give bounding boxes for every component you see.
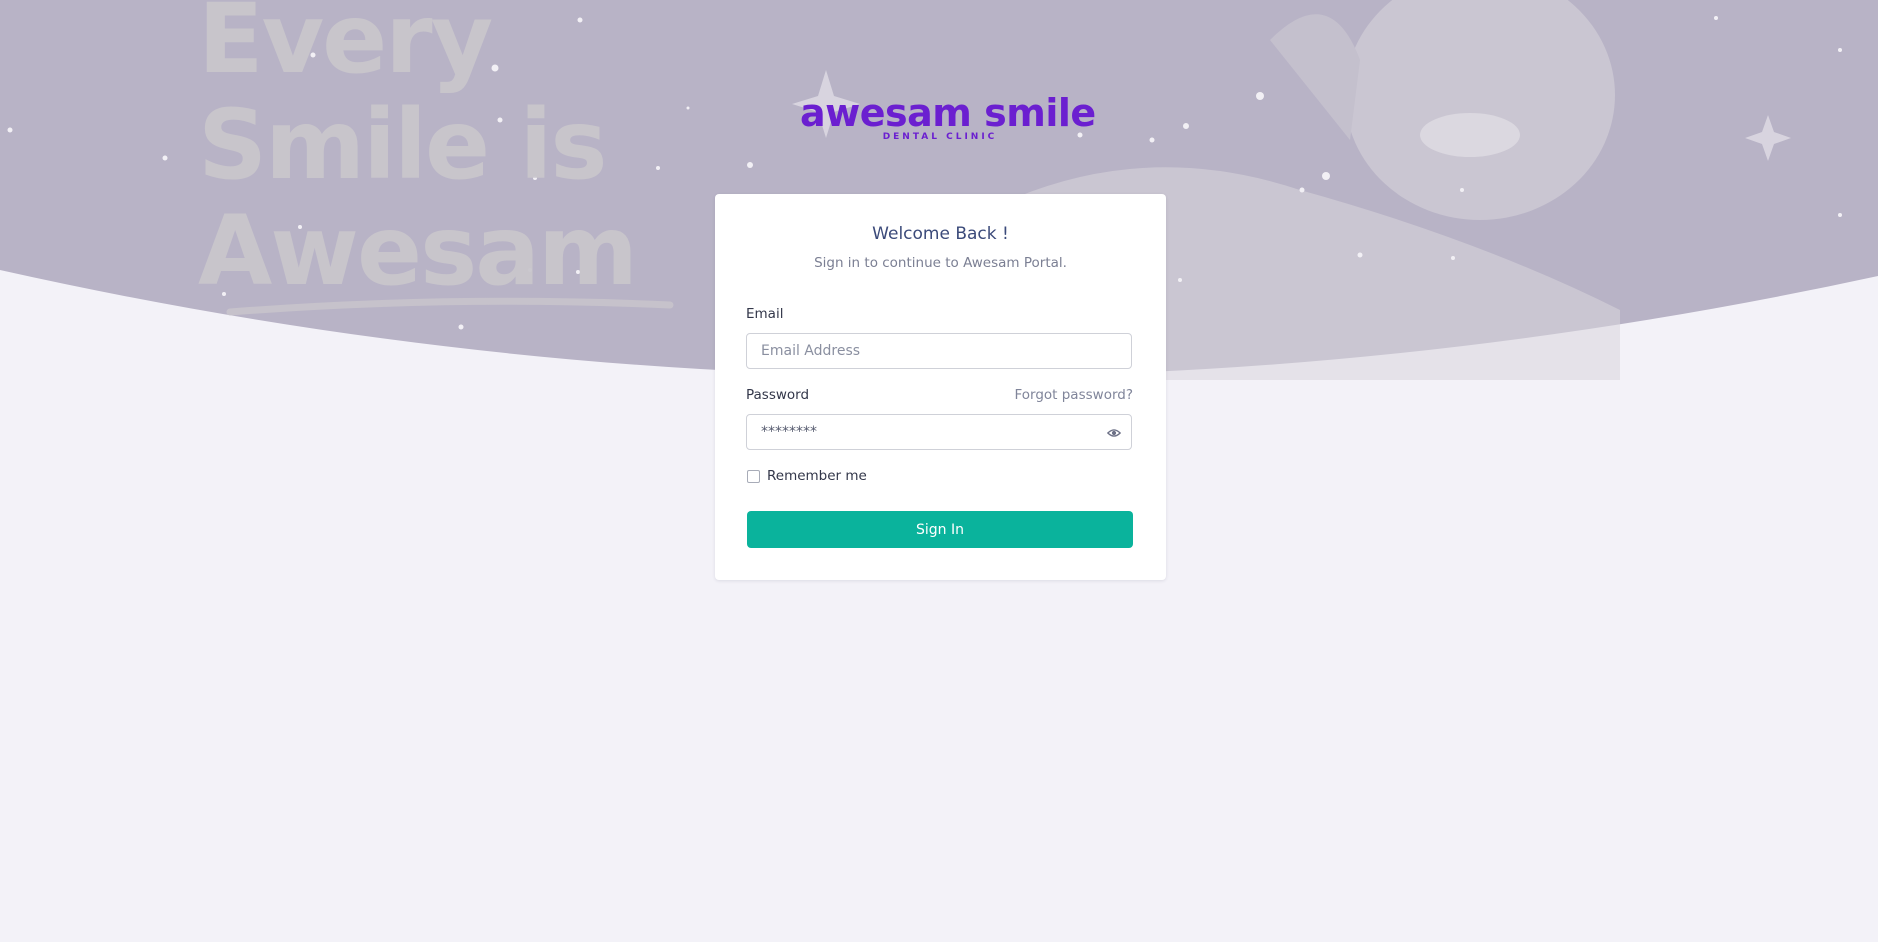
login-title: Welcome Back !: [872, 224, 1009, 244]
remember-me-checkbox[interactable]: [747, 470, 760, 483]
tagline-line-3: Awesam: [198, 195, 638, 307]
email-field-wrapper: [746, 333, 1132, 369]
eye-icon[interactable]: [1107, 426, 1121, 440]
hero-tagline: Every Smile is Awesam: [198, 0, 638, 307]
sign-in-button[interactable]: Sign In: [747, 511, 1133, 548]
password-field-wrapper: [746, 414, 1132, 450]
clinic-logo: awesam smile DENTAL CLINIC: [800, 91, 1096, 142]
password-field[interactable]: [747, 415, 1131, 449]
login-subtitle: Sign in to continue to Awesam Portal.: [814, 255, 1067, 271]
password-label: Password: [746, 387, 810, 403]
tagline-line-2: Smile is: [198, 89, 608, 201]
logo-wordmark: awesam smile: [800, 91, 1096, 135]
email-label: Email: [746, 306, 784, 322]
tagline-line-1: Every: [198, 0, 493, 95]
email-field[interactable]: [747, 334, 1131, 368]
forgot-password-link[interactable]: Forgot password?: [1014, 387, 1133, 403]
remember-me-label[interactable]: Remember me: [767, 468, 867, 484]
login-card: Welcome Back ! Sign in to continue to Aw…: [715, 194, 1166, 580]
